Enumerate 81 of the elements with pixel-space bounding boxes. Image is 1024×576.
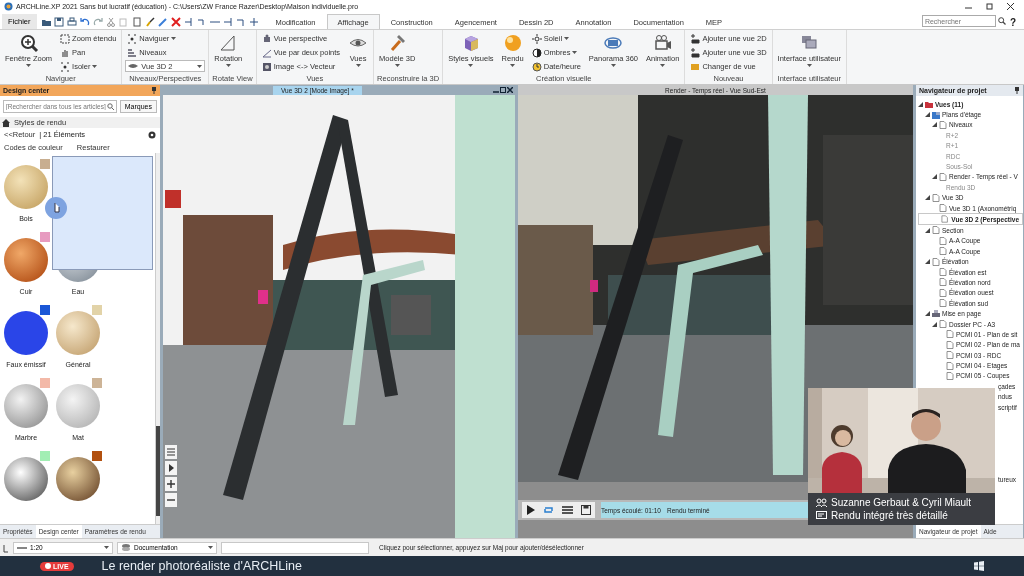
caret-icon [208, 546, 213, 549]
page-icon[interactable] [131, 16, 142, 27]
restore-icon[interactable] [986, 2, 993, 10]
material-thumbnail[interactable] [3, 237, 49, 283]
people-icon [816, 498, 827, 507]
material-thumbnail[interactable] [55, 456, 101, 502]
folder-icon [925, 100, 933, 109]
presenter-names: Suzanne Gerbaut & Cyril Miault [831, 497, 972, 508]
save-icon[interactable] [53, 16, 64, 27]
banner-title: Le render photoréaliste d'ARCHLine [101, 559, 303, 573]
input-field[interactable] [221, 541, 369, 554]
material-thumbnail[interactable] [55, 383, 101, 429]
magnifier-icon [18, 33, 39, 53]
line-tool-icon[interactable] [183, 16, 194, 27]
expander-icon[interactable] [925, 112, 930, 118]
help-button[interactable]: ? [1009, 17, 1016, 28]
close-icon[interactable] [507, 87, 513, 93]
brush-icon[interactable] [144, 16, 155, 27]
list-icon[interactable] [166, 447, 176, 457]
hand-icon [60, 47, 71, 58]
eye-icon [128, 61, 139, 71]
windows-logo-icon [974, 561, 984, 571]
scrollbar-thumb[interactable] [156, 426, 160, 516]
expander-icon[interactable] [925, 195, 930, 201]
record-icon [45, 563, 51, 569]
home-icon[interactable] [2, 118, 10, 127]
line-tool-icon[interactable] [222, 16, 233, 27]
line-tool-icon[interactable] [235, 16, 246, 27]
material-thumbnail[interactable] [3, 456, 49, 502]
material-thumbnail[interactable] [3, 310, 49, 356]
line-icon [17, 545, 27, 550]
pin-icon[interactable] [151, 87, 157, 94]
sun-icon [531, 33, 542, 44]
undo-icon[interactable] [79, 16, 90, 27]
play-icon[interactable] [526, 505, 535, 515]
pin-icon[interactable] [1014, 87, 1020, 94]
material-thumbnail[interactable] [3, 164, 49, 210]
page-icon [939, 120, 947, 129]
clock-icon [531, 61, 542, 72]
expander-icon[interactable] [932, 174, 937, 180]
layers-icon [121, 543, 131, 552]
search-icon [106, 103, 114, 110]
loop-icon[interactable] [543, 505, 554, 515]
pencil-icon[interactable] [157, 16, 168, 27]
video-caption: Rendu intégré très détaillé [831, 510, 948, 521]
print-icon[interactable] [66, 16, 77, 27]
expander-icon[interactable] [918, 101, 923, 107]
add-icon[interactable] [248, 16, 259, 27]
expander-icon[interactable] [925, 259, 930, 265]
contrast-icon [531, 47, 542, 58]
save-icon[interactable] [581, 505, 591, 515]
maximize-icon[interactable] [500, 87, 506, 93]
plan-icon [932, 110, 940, 119]
sphere-icon [502, 33, 523, 53]
hand-cursor-icon [45, 197, 67, 219]
expander-icon[interactable] [925, 311, 930, 317]
line-tool-icon[interactable] [196, 16, 207, 27]
gear-icon[interactable] [148, 130, 156, 139]
play-icon[interactable] [166, 463, 176, 473]
menu-icon[interactable] [562, 505, 573, 515]
search-icon [997, 17, 1006, 25]
scissors-icon[interactable] [105, 16, 116, 27]
printer-icon [932, 309, 940, 318]
angle-icon [261, 47, 272, 58]
caption-icon [816, 511, 827, 520]
snap-icon[interactable] [3, 542, 9, 553]
frame-icon [60, 33, 71, 44]
close-icon[interactable] [1007, 2, 1014, 10]
target-icon [60, 61, 71, 72]
material-thumbnail[interactable] [55, 310, 101, 356]
app-logo-icon [4, 1, 13, 11]
target-icon [127, 33, 138, 44]
caret-icon [104, 546, 109, 549]
expander-icon[interactable] [925, 228, 930, 233]
page-icon [939, 172, 947, 181]
material-thumbnail[interactable] [3, 383, 49, 429]
expander-icon[interactable] [932, 122, 937, 128]
levels-icon [127, 47, 138, 58]
expander-icon[interactable] [932, 321, 937, 327]
delete-icon[interactable] [170, 16, 181, 27]
video-camera-icon [652, 33, 673, 53]
